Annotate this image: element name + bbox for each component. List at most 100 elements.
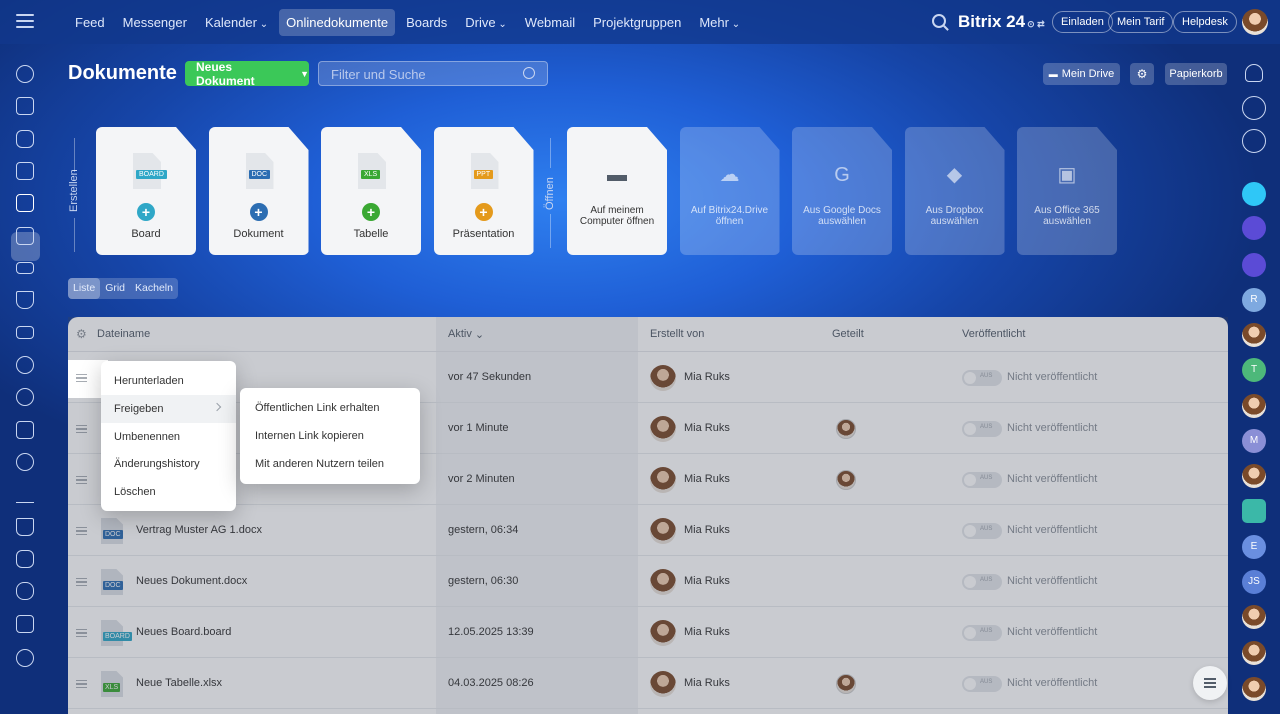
open-card-0[interactable]: ▬ Auf meinem Computer öffnen: [567, 127, 667, 255]
author-avatar[interactable]: [650, 365, 676, 391]
submenu-internal-link[interactable]: Internen Link kopieren: [240, 422, 420, 450]
nav-item-2[interactable]: Kalender ⌄: [198, 9, 275, 36]
sidebar-bot-icon[interactable]: [16, 582, 34, 600]
author-name[interactable]: Mia Ruks: [684, 473, 730, 485]
author-name[interactable]: Mia Ruks: [684, 422, 730, 434]
publish-toggle[interactable]: AUS: [962, 523, 1002, 539]
create-card-1[interactable]: DOC + Dokument: [208, 127, 309, 255]
copilot-chat-2-icon[interactable]: [1242, 253, 1266, 277]
author-avatar[interactable]: [650, 518, 676, 544]
create-card-0[interactable]: BOARD + Board: [96, 127, 196, 255]
nav-item-7[interactable]: Projektgruppen: [586, 9, 688, 36]
sidebar-feed-icon[interactable]: [16, 97, 34, 115]
sidebar-documents-icon[interactable]: [16, 194, 34, 212]
author-avatar[interactable]: [650, 467, 676, 493]
nav-item-4[interactable]: Boards: [399, 9, 454, 36]
author-avatar[interactable]: [650, 416, 676, 442]
sidebar-contacts-icon[interactable]: [16, 356, 34, 374]
menu-item-rename[interactable]: Umbenennen: [101, 423, 236, 451]
copilot-chat-icon[interactable]: [1242, 216, 1266, 240]
sidebar-calendar-icon[interactable]: [16, 162, 34, 180]
contact-avatar-3[interactable]: [1242, 464, 1266, 488]
contact-avatar-5[interactable]: [1242, 641, 1266, 665]
list-menu-button[interactable]: [1193, 666, 1227, 700]
create-card-2[interactable]: XLS + Tabelle: [321, 127, 421, 255]
nav-item-6[interactable]: Webmail: [518, 9, 582, 36]
menu-item-history[interactable]: Änderungshistory: [101, 450, 236, 478]
publish-toggle[interactable]: AUS: [962, 574, 1002, 590]
table-row[interactable]: DOC Neues Dokument.docx gestern, 06:30 Mia …: [68, 556, 1228, 607]
publish-toggle[interactable]: AUS: [962, 421, 1002, 437]
row-menu-icon[interactable]: [76, 680, 87, 688]
filter-search-input[interactable]: Filter und Suche: [318, 61, 548, 86]
user-avatar[interactable]: [1242, 9, 1268, 35]
tab-list[interactable]: Liste: [68, 278, 101, 299]
contact-avatar-1[interactable]: [1242, 323, 1266, 347]
row-menu-icon[interactable]: [76, 374, 87, 382]
contact-r-avatar[interactable]: R: [1242, 288, 1266, 312]
column-header-active[interactable]: Aktiv ⌄: [448, 317, 484, 351]
sidebar-chat-icon[interactable]: [16, 130, 34, 148]
menu-item-delete[interactable]: Löschen: [101, 478, 236, 506]
sidebar-refresh-icon[interactable]: [16, 65, 34, 83]
tab-tiles[interactable]: Kacheln: [130, 278, 178, 299]
invite-button[interactable]: Einladen: [1052, 11, 1113, 33]
publish-toggle[interactable]: AUS: [962, 625, 1002, 641]
author-name[interactable]: Mia Ruks: [684, 626, 730, 638]
sidebar-market-icon[interactable]: [16, 615, 34, 633]
row-menu-icon[interactable]: [76, 629, 87, 637]
author-avatar[interactable]: [650, 620, 676, 646]
create-card-3[interactable]: PPT + Präsentation: [433, 127, 534, 255]
shared-user-avatar[interactable]: [836, 674, 856, 694]
nav-item-0[interactable]: Feed: [68, 9, 112, 36]
nav-item-3[interactable]: Onlinedokumente: [279, 9, 396, 36]
my-plan-button[interactable]: Mein Tarif: [1108, 11, 1174, 33]
open-card-4[interactable]: ▣ Aus Office 365 auswählen: [1017, 127, 1117, 255]
menu-icon[interactable]: [16, 14, 34, 28]
menu-item-download[interactable]: Herunterladen: [101, 367, 236, 395]
sidebar-box-icon[interactable]: [16, 550, 34, 568]
author-name[interactable]: Mia Ruks: [684, 575, 730, 587]
publish-toggle[interactable]: AUS: [962, 370, 1002, 386]
publish-toggle[interactable]: AUS: [962, 676, 1002, 692]
sidebar-shop-icon[interactable]: [16, 518, 34, 536]
my-drive-button[interactable]: ▬ Mein Drive: [1043, 63, 1120, 85]
sidebar-funnel-icon[interactable]: [16, 291, 34, 309]
open-card-2[interactable]: G Aus Google Docs auswählen: [792, 127, 892, 255]
column-header-published[interactable]: Veröffentlicht: [962, 317, 1025, 351]
row-menu-icon[interactable]: [76, 578, 87, 586]
group-chat-icon[interactable]: [1242, 499, 1266, 523]
contact-e-avatar[interactable]: E: [1242, 535, 1266, 559]
nav-item-1[interactable]: Messenger: [116, 9, 194, 36]
sidebar-crm-icon[interactable]: [16, 262, 34, 274]
nav-item-5[interactable]: Drive ⌄: [458, 9, 514, 36]
table-row[interactable]: BOARD Neues Board.board 12.05.2025 13:39 Mi…: [68, 607, 1228, 658]
shared-user-avatar[interactable]: [836, 419, 856, 439]
file-name[interactable]: Vertrag Muster AG 1.docx: [136, 524, 262, 536]
nav-item-8[interactable]: Mehr ⌄: [692, 9, 747, 36]
sidebar-mail-icon[interactable]: [16, 326, 34, 339]
column-header-shared[interactable]: Geteilt: [832, 317, 864, 351]
row-menu-icon[interactable]: [76, 476, 87, 484]
contact-t-avatar[interactable]: T: [1242, 358, 1266, 382]
shared-user-avatar[interactable]: [836, 470, 856, 490]
row-menu-icon[interactable]: [76, 527, 87, 535]
sidebar-settings-icon[interactable]: [16, 649, 34, 667]
table-row[interactable]: XLS Neue Tabelle.xlsx 04.03.2025 08:26 Mia …: [68, 658, 1228, 709]
settings-button[interactable]: ⚙: [1130, 63, 1154, 85]
contact-avatar-2[interactable]: [1242, 394, 1266, 418]
column-header-author[interactable]: Erstellt von: [650, 317, 704, 351]
file-name[interactable]: Neues Board.board: [136, 626, 231, 638]
row-menu-icon[interactable]: [76, 425, 87, 433]
copilot-icon[interactable]: [1242, 96, 1266, 120]
sidebar-tasks-icon[interactable]: [16, 227, 34, 245]
contact-avatar-6[interactable]: [1242, 677, 1266, 701]
author-avatar[interactable]: [650, 569, 676, 595]
open-card-1[interactable]: ☁ Auf Bitrix24.Drive öffnen: [679, 127, 780, 255]
sidebar-presentation-icon[interactable]: [16, 421, 34, 439]
table-row[interactable]: DOC Vertrag Muster AG 1.docx gestern, 06:3…: [68, 505, 1228, 556]
author-name[interactable]: Mia Ruks: [684, 524, 730, 536]
notifications-icon[interactable]: [1245, 64, 1263, 82]
helpdesk-button[interactable]: Helpdesk: [1173, 11, 1237, 33]
search-icon[interactable]: [932, 14, 946, 28]
